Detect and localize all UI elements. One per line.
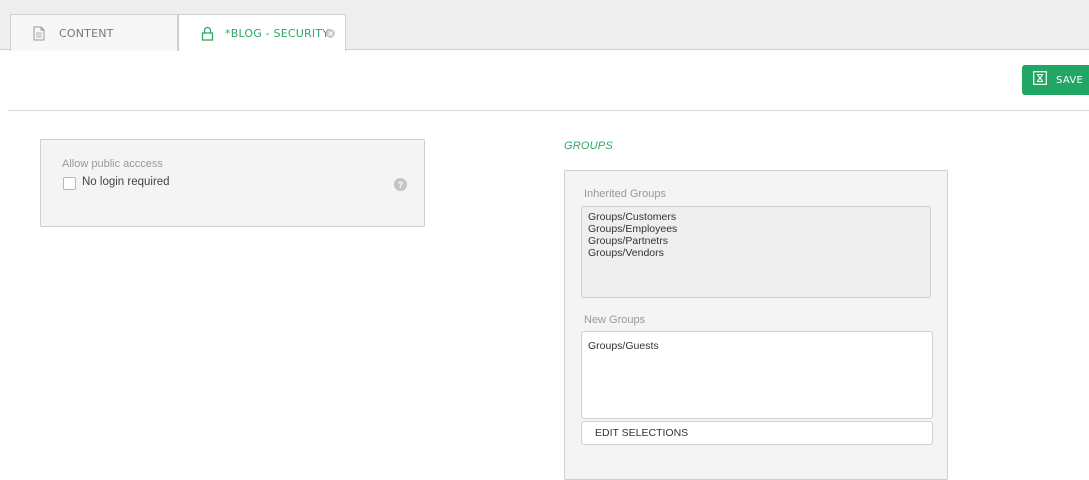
tab-bar: CONTENT *BLOG - SECURITY (0, 0, 1089, 51)
toolbar-divider (8, 110, 1089, 111)
help-icon[interactable]: ? (394, 178, 407, 191)
save-icon (1033, 70, 1047, 90)
edit-selections-button[interactable]: EDIT SELECTIONS (581, 421, 933, 445)
list-item: Groups/Partnetrs (588, 235, 668, 247)
public-access-title: Allow public acccess (62, 158, 163, 170)
tab-content-label: CONTENT (59, 26, 114, 40)
tab-blog-security-label: *BLOG - SECURITY (225, 26, 330, 40)
list-item: Groups/Employees (588, 223, 678, 235)
new-groups-label: New Groups (584, 314, 646, 326)
close-icon[interactable] (326, 29, 335, 38)
tab-blog-security[interactable]: *BLOG - SECURITY (178, 14, 346, 51)
inherited-groups-list: Groups/Customers Groups/Employees Groups… (581, 206, 931, 298)
public-access-panel: Allow public acccess No login required ? (40, 139, 425, 227)
no-login-checkbox[interactable] (63, 177, 76, 190)
save-label: SAVE (1056, 74, 1084, 86)
save-button[interactable]: SAVE (1022, 65, 1089, 95)
list-item[interactable]: Groups/Guests (588, 340, 926, 352)
list-item: Groups/Customers (588, 211, 677, 223)
list-item: Groups/Vendors (588, 247, 664, 259)
groups-panel: Inherited Groups Groups/Customers Groups… (564, 170, 948, 480)
document-icon (31, 24, 47, 42)
new-groups-list[interactable]: Groups/Guests (581, 331, 933, 419)
lock-icon (199, 24, 215, 42)
no-login-label[interactable]: No login required (82, 176, 170, 188)
tab-content[interactable]: CONTENT (10, 14, 178, 51)
inherited-groups-label: Inherited Groups (584, 188, 666, 200)
groups-heading: GROUPS (564, 140, 613, 152)
